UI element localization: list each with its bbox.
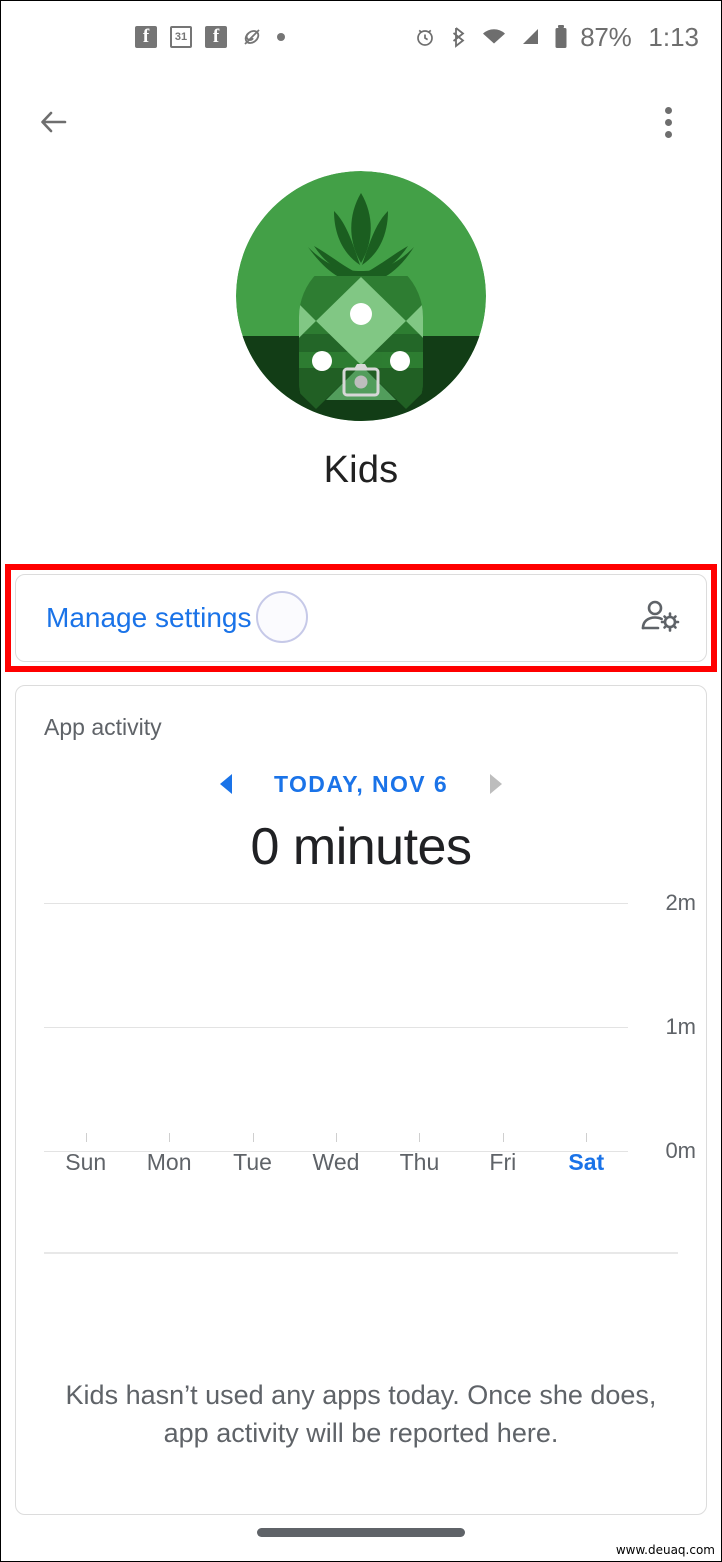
battery-icon	[553, 24, 569, 50]
back-button[interactable]	[29, 97, 79, 147]
alarm-icon	[413, 25, 437, 49]
app-toolbar	[1, 87, 721, 157]
calendar-icon: 31	[170, 26, 192, 48]
facebook-icon: f	[135, 26, 157, 48]
date-navigator: TODAY, NOV 6	[16, 765, 706, 803]
wifi-icon	[481, 25, 507, 49]
xtick-tue	[252, 1133, 254, 1142]
ytick-label-0m: 0m	[665, 1138, 696, 1163]
overflow-menu-button[interactable]	[643, 97, 693, 147]
xlabel-mon: Mon	[146, 1149, 192, 1175]
manage-accounts-icon	[638, 598, 682, 639]
manage-settings-label: Manage settings	[46, 602, 252, 633]
ytick-label-2m: 2m	[665, 890, 696, 915]
bluetooth-icon	[448, 25, 470, 49]
more-vert-icon	[664, 106, 672, 138]
status-bar-notifications: f 31 f	[1, 25, 285, 49]
xlabel-thu: Thu	[399, 1149, 440, 1175]
app-activity-title: App activity	[44, 714, 162, 740]
status-bar-clock: 1:13	[648, 21, 699, 52]
card-divider	[44, 1252, 678, 1254]
battery-percent: 87%	[580, 21, 632, 52]
watermark: www.deuaq.com	[611, 1541, 719, 1559]
profile-name: Kids	[323, 449, 399, 491]
gridline-1m	[44, 1027, 628, 1028]
current-date-label: TODAY, NOV 6	[273, 770, 449, 797]
xlabel-sun: Sun	[65, 1149, 107, 1175]
xtick-fri	[502, 1133, 504, 1142]
xtick-mon	[169, 1133, 171, 1142]
ytick-label-1m: 1m	[665, 1014, 696, 1039]
xtick-sun	[85, 1133, 87, 1142]
cellular-signal-icon	[518, 25, 542, 49]
app-activity-card: App activity TODAY, NOV 6 0 minutes 2m 1…	[15, 685, 707, 1515]
phone-screen: f 31 f 87% 1:13 Kids Manage settings App…	[0, 0, 722, 1562]
photos-sync-icon	[240, 25, 264, 49]
home-gesture-pill[interactable]	[257, 1528, 465, 1537]
previous-day-button[interactable]	[210, 765, 244, 803]
chart-x-axis: Sun Mon Tue Wed Thu Fri Sat	[44, 1133, 628, 1193]
next-day-button[interactable]	[478, 765, 512, 803]
status-bar: f 31 f 87% 1:13	[1, 1, 721, 73]
touch-ripple-indicator	[256, 591, 308, 643]
xlabel-wed: Wed	[312, 1149, 360, 1175]
profile-header: Kids	[1, 171, 721, 492]
status-bar-system: 87% 1:13	[413, 22, 699, 53]
xlabel-fri: Fri	[489, 1149, 517, 1175]
xlabel-tue: Tue	[233, 1149, 272, 1175]
total-usage-value: 0 minutes	[250, 818, 472, 876]
facebook-icon-2: f	[205, 26, 227, 48]
manage-settings-row[interactable]: Manage settings	[15, 574, 707, 662]
xtick-sat	[586, 1133, 588, 1142]
more-notifications-dot	[277, 33, 285, 41]
xtick-thu	[419, 1133, 421, 1142]
avatar[interactable]	[236, 171, 486, 421]
empty-state-message: Kids hasn’t used any apps today. Once sh…	[65, 1380, 657, 1449]
app-activity-chart: 2m 1m 0m Sun Mon Tue Wed Thu Fri Sat	[16, 890, 706, 1193]
xtick-wed	[336, 1133, 337, 1142]
xlabel-sat: Sat	[568, 1149, 605, 1175]
pineapple-avatar-icon	[236, 171, 486, 421]
gridline-2m	[44, 903, 628, 904]
